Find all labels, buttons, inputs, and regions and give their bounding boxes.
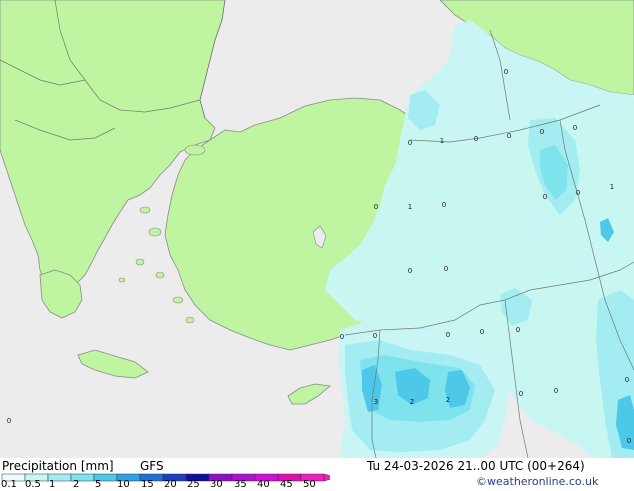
- station-value: 0: [373, 332, 377, 340]
- station-value: 2: [410, 398, 414, 406]
- model-name: GFS: [140, 459, 164, 473]
- station-value: 0: [573, 124, 577, 132]
- legend-title: Precipitation [mm]: [2, 459, 114, 473]
- station-value: 1: [610, 183, 614, 191]
- precipitation-map: 0 0 1 0 0 0 0 0 1 0 0 1 0 0 0 0 0 0 0 0 …: [0, 0, 634, 458]
- station-value: 1: [408, 203, 412, 211]
- station-value: 0: [504, 68, 508, 76]
- station-value: 0: [474, 135, 478, 143]
- station-value: 0: [480, 328, 484, 336]
- scale-tick: 5: [95, 479, 102, 490]
- scale-tick: 0.1: [1, 479, 17, 490]
- station-value: 0: [543, 193, 547, 201]
- station-value: 0: [627, 437, 631, 445]
- station-value: 0: [340, 333, 344, 341]
- station-value: 0: [7, 417, 11, 425]
- station-value: 0: [444, 265, 448, 273]
- station-value: 0: [408, 139, 412, 147]
- scale-tick: 45: [280, 479, 293, 490]
- station-value: 0: [446, 331, 450, 339]
- station-value: 0: [408, 267, 412, 275]
- scale-tick: 25: [187, 479, 200, 490]
- scale-tick: 35: [234, 479, 247, 490]
- station-value: 0: [540, 128, 544, 136]
- scale-tick: 15: [141, 479, 154, 490]
- scale-tick: 50: [303, 479, 316, 490]
- station-value: 0: [442, 201, 446, 209]
- station-value: 0: [519, 390, 523, 398]
- scale-tick: 1: [49, 479, 56, 490]
- station-value: 0: [554, 387, 558, 395]
- station-value: 0: [625, 376, 629, 384]
- scale-tick: 2: [73, 479, 80, 490]
- station-value: 0: [374, 203, 378, 211]
- station-value: 2: [446, 396, 450, 404]
- station-value: 1: [440, 137, 444, 145]
- station-value: 0: [507, 132, 511, 140]
- scale-tick: 40: [257, 479, 270, 490]
- valid-time: Tu 24-03-2026 21..00 UTC (00+264): [367, 459, 585, 473]
- scale-tick-labels: 0.1 0.5 1 2 5 10 15 20 25 30 35 40 45 50: [0, 479, 634, 491]
- station-value: 0: [516, 326, 520, 334]
- scale-tick: 0.5: [25, 479, 41, 490]
- scale-tick: 10: [117, 479, 130, 490]
- station-value: 3: [374, 398, 378, 406]
- station-value: 0: [576, 189, 580, 197]
- scale-tick: 30: [210, 479, 223, 490]
- scale-tick: 20: [164, 479, 177, 490]
